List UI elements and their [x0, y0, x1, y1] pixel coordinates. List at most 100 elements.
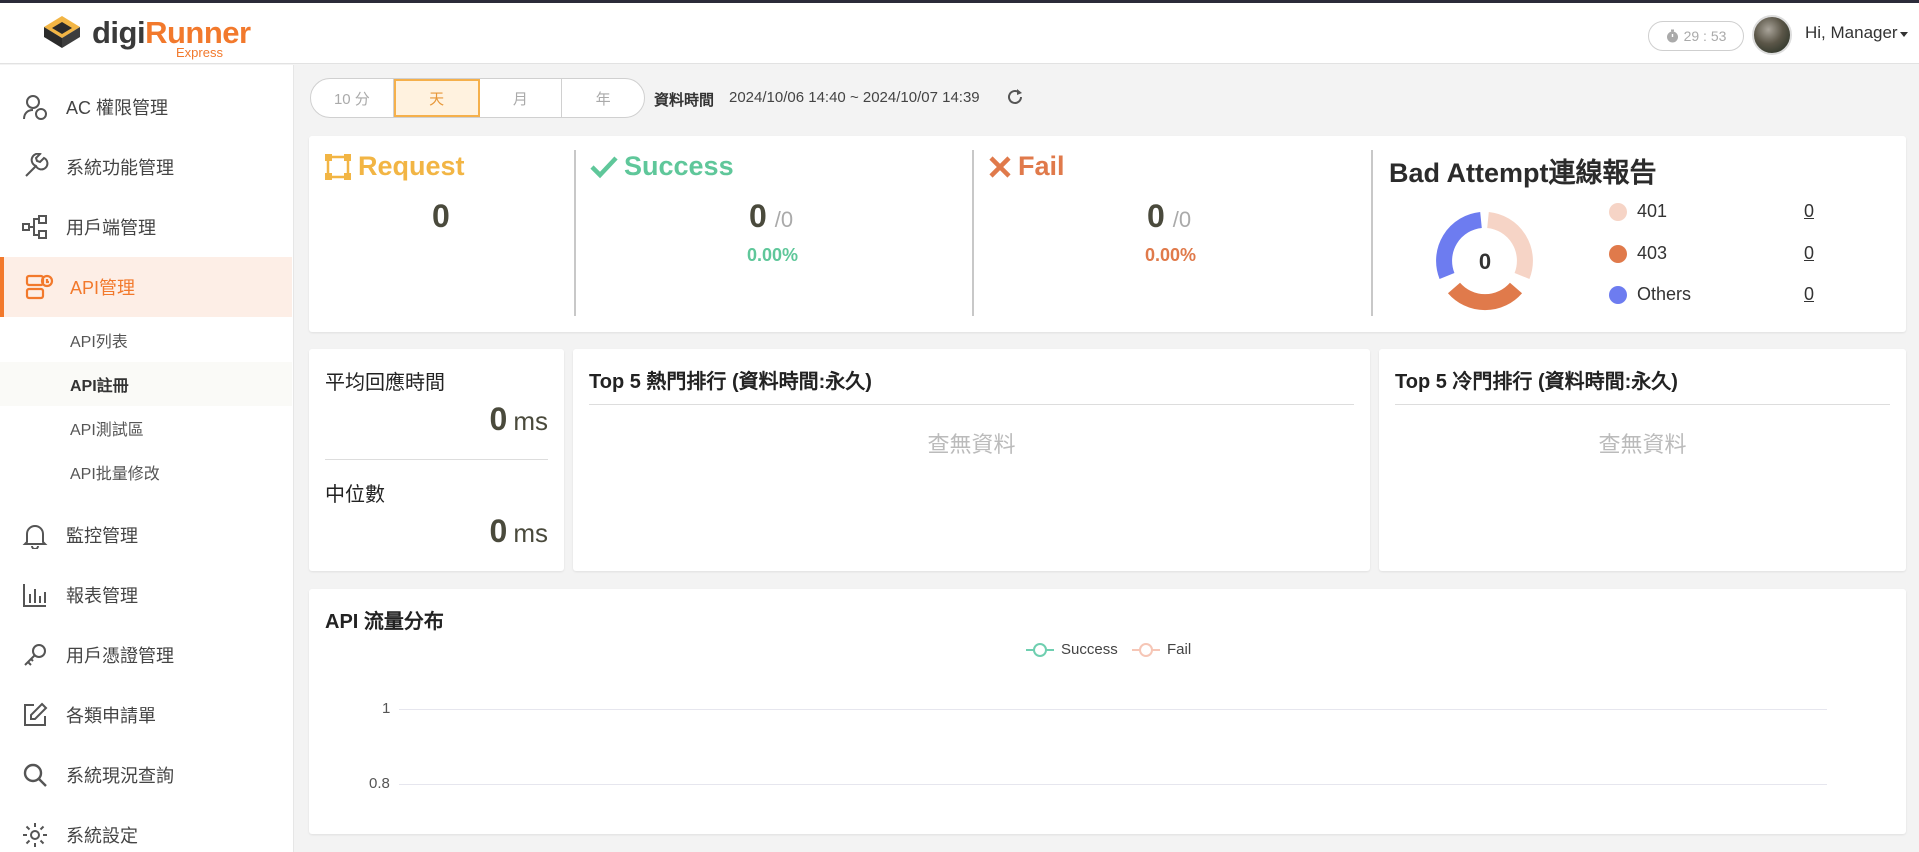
y-tick-label: 1 [382, 700, 391, 717]
sidebar-item-label: 系統功能管理 [66, 158, 174, 178]
fail-title: Fail [988, 151, 1065, 182]
sidebar-item-label: 各類申請單 [66, 706, 156, 726]
divider [574, 150, 576, 316]
fail-title-text: Fail [1018, 151, 1065, 181]
logo-mark-icon [44, 16, 80, 48]
sidebar-subitem-api-list[interactable]: API列表 [0, 318, 292, 362]
sidebar-item-ac-permission[interactable]: AC 權限管理 [0, 77, 292, 137]
divider [1371, 150, 1373, 316]
sidebar-item-label: 系統設定 [66, 826, 138, 846]
sidebar-item-label: 用戶端管理 [66, 218, 156, 238]
sidebar-item-client[interactable]: 用戶端管理 [0, 197, 292, 257]
sidebar-item-credential[interactable]: 用戶憑證管理 [0, 625, 292, 685]
sidebar-subitem-api-test[interactable]: API測試區 [0, 406, 292, 450]
timer-text: 29 : 53 [1683, 28, 1727, 44]
top5-hot-empty: 查無資料 [927, 432, 1016, 457]
legend-item-403: 403 [1609, 243, 1667, 264]
sidebar-item-label: 報表管理 [66, 586, 138, 606]
refresh-icon[interactable] [1005, 87, 1025, 107]
sidebar-item-label: 監控管理 [66, 526, 138, 546]
legend-label: Fail [1167, 641, 1192, 658]
divider [589, 404, 1354, 405]
bad-attempt-title: Bad Attempt連線報告 [1389, 158, 1657, 188]
sidebar-item-system-settings[interactable]: 系統設定 [0, 805, 292, 852]
top5-cold-card: Top 5 冷門排行 (資料時間:永久) 查無資料 [1379, 349, 1906, 571]
fail-count: 0/0 [1147, 198, 1191, 235]
fail-percent: 0.00% [1145, 245, 1197, 265]
app-logo[interactable]: digiRunner Express [42, 14, 251, 60]
logo-sub-text: Express [176, 45, 223, 60]
bad-attempt-donut-chart: 0 [1436, 212, 1533, 311]
legend-label: 403 [1637, 243, 1668, 263]
sidebar-subitem-api-batch[interactable]: API批量修改 [0, 450, 292, 494]
api-manage-icon [22, 270, 56, 304]
user-greeting[interactable]: Hi, Manager [1805, 23, 1898, 43]
median-label: 中位數 [325, 484, 385, 506]
sidebar-subitem-api-register[interactable]: API註冊 [0, 362, 292, 406]
check-icon [590, 155, 618, 178]
success-title: Success [590, 151, 734, 182]
response-time-card: 平均回應時間 0 ms 中位數 0 ms [309, 349, 564, 571]
request-count: 0 [432, 198, 450, 234]
sidebar-item-label: 系統現況查詢 [66, 766, 174, 786]
legend-value-others[interactable]: 0 [1804, 284, 1814, 305]
close-icon [989, 155, 1011, 178]
legend-line-marker-icon [1026, 642, 1054, 657]
sidebar-item-applications[interactable]: 各類申請單 [0, 685, 292, 745]
avg-response-value: 0 ms [490, 401, 548, 438]
bell-icon [18, 518, 52, 552]
traffic-legend-fail[interactable]: Fail [1131, 641, 1191, 658]
sidebar-item-api-management[interactable]: API管理 [0, 257, 292, 317]
legend-label: Others [1637, 284, 1692, 304]
user-permission-icon [18, 90, 52, 124]
legend-value-401[interactable]: 0 [1804, 201, 1814, 222]
median-unit: ms [513, 518, 548, 548]
api-traffic-title: API 流量分布 [325, 611, 444, 633]
median-value: 0 ms [490, 513, 548, 550]
success-title-text: Success [624, 151, 734, 181]
key-icon [18, 638, 52, 672]
legend-item-others: Others [1609, 284, 1691, 305]
divider [1395, 404, 1890, 405]
fail-count-value: 0 [1147, 198, 1165, 234]
range-option-day[interactable]: 天 [393, 79, 480, 117]
divider [325, 459, 548, 460]
avatar[interactable] [1752, 15, 1792, 55]
range-option-month[interactable]: 月 [480, 79, 563, 117]
sidebar: AC 權限管理 系統功能管理 用戶端管理 API管理 API列表 API註冊 A… [0, 65, 294, 852]
sidebar-item-report[interactable]: 報表管理 [0, 565, 292, 625]
time-range-selector: 10 分 天 月 年 [310, 78, 645, 118]
legend-item-401: 401 [1609, 201, 1667, 222]
success-count-value: 0 [749, 198, 767, 234]
avg-response-label: 平均回應時間 [325, 372, 445, 394]
grid-line [399, 784, 1827, 785]
legend-value-403[interactable]: 0 [1804, 243, 1814, 264]
sidebar-item-status-query[interactable]: 系統現況查詢 [0, 745, 292, 805]
api-traffic-card: API 流量分布 Success Fail 1 0.8 [309, 589, 1906, 834]
fail-total: /0 [1172, 207, 1192, 232]
success-total: /0 [774, 207, 794, 232]
sidebar-item-monitoring[interactable]: 監控管理 [0, 505, 292, 565]
legend-line-marker-icon [1132, 642, 1160, 657]
range-option-year[interactable]: 年 [562, 79, 644, 117]
sidebar-item-system-function[interactable]: 系統功能管理 [0, 137, 292, 197]
edit-icon [18, 698, 52, 732]
chevron-down-icon[interactable] [1900, 32, 1908, 37]
top5-cold-title: Top 5 冷門排行 (資料時間:永久) [1395, 371, 1678, 393]
session-timer: 29 : 53 [1648, 21, 1744, 51]
sidebar-item-label: 用戶憑證管理 [66, 646, 174, 666]
gear-icon [18, 818, 52, 852]
median-number: 0 [489, 513, 508, 549]
traffic-legend-success[interactable]: Success [1025, 641, 1118, 658]
request-title-text: Request [358, 151, 465, 181]
client-tree-icon [18, 210, 52, 244]
wrench-icon [18, 150, 52, 184]
legend-label: Success [1061, 641, 1118, 658]
divider [972, 150, 974, 316]
top5-hot-card: Top 5 熱門排行 (資料時間:永久) 查無資料 [573, 349, 1370, 571]
range-option-10min[interactable]: 10 分 [311, 79, 394, 117]
request-title: Request [324, 151, 465, 182]
donut-total: 0 [1479, 249, 1491, 274]
data-time-label: 資料時間 [654, 92, 715, 109]
avg-response-unit: ms [513, 406, 548, 436]
